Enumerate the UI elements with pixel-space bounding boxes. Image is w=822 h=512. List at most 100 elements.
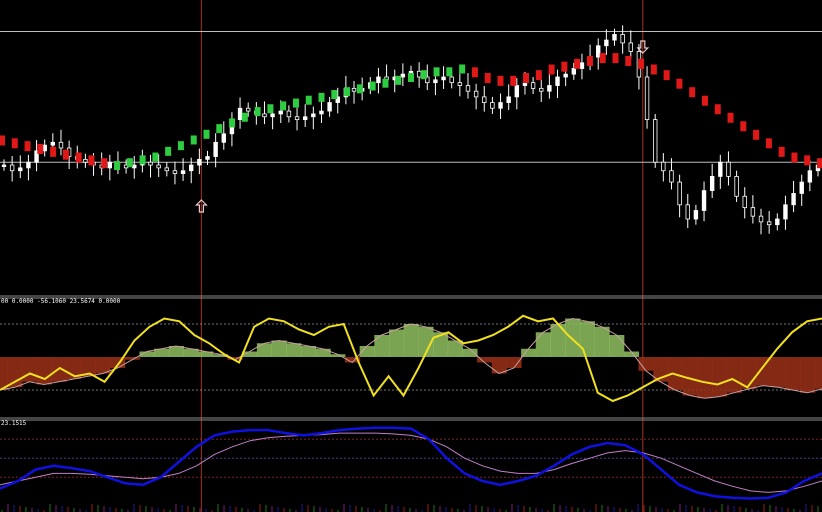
trend-bar-down <box>484 73 491 83</box>
trend-bar-down <box>497 75 504 86</box>
candle-body <box>604 39 609 47</box>
trend-bar-up <box>382 78 389 88</box>
candle-body <box>42 144 47 152</box>
histogram-bar-up <box>462 348 478 357</box>
trend-bar-up <box>165 146 172 156</box>
trend-bar-up <box>139 155 146 165</box>
candle-body <box>742 195 747 209</box>
candle-body <box>612 34 617 41</box>
candle-body <box>628 42 633 52</box>
trend-bar-down <box>510 75 517 86</box>
candle-body <box>9 164 15 172</box>
histogram-bar-up <box>447 340 463 357</box>
trend-bar-down <box>62 149 69 160</box>
histogram-bar-down <box>799 357 816 393</box>
candle-body <box>221 133 226 143</box>
trend-bar-down <box>37 144 44 154</box>
histogram-bar-down <box>814 357 822 389</box>
trend-bar-up <box>152 152 159 162</box>
histogram-bar-up <box>256 343 273 357</box>
candle-body <box>522 82 528 86</box>
candle-body <box>449 76 454 84</box>
candle-body <box>701 190 707 211</box>
histogram-bar-up <box>594 326 610 357</box>
candle-body <box>441 76 446 81</box>
candle-body <box>1 164 7 167</box>
candle-body <box>644 76 650 120</box>
trend-bar-down <box>101 158 108 169</box>
candle-body <box>766 221 772 226</box>
trend-bar-up <box>114 161 121 171</box>
candle-body <box>50 141 56 146</box>
trend-bar-up <box>126 158 133 168</box>
candle-body <box>596 45 601 58</box>
histogram-bar-up <box>388 329 405 357</box>
histogram-bar-down <box>785 357 801 390</box>
candle-body <box>718 161 723 177</box>
candle-body <box>245 107 251 112</box>
trend-bar-up <box>216 124 223 134</box>
histogram-bar-up <box>565 318 581 357</box>
candle-body <box>416 70 422 78</box>
trend-bar-up <box>229 118 236 128</box>
histogram-bar-up <box>168 346 184 357</box>
histogram-bar-down <box>711 357 728 397</box>
candle-body <box>148 161 153 166</box>
candle-body <box>807 170 813 183</box>
histogram-bar-up <box>535 332 551 357</box>
trend-bar-up <box>267 104 274 114</box>
candle-body <box>726 161 731 177</box>
trend-bar-up <box>203 129 210 139</box>
histogram-bar-up <box>271 340 287 357</box>
trend-bar-down <box>548 64 555 75</box>
trend-bar-up <box>241 112 248 122</box>
histogram-bar-down <box>22 357 38 382</box>
trend-bar-down <box>523 73 530 83</box>
candle-body <box>579 62 585 69</box>
candle-body <box>237 107 243 120</box>
trend-bar-up <box>331 90 338 100</box>
candle-body <box>433 79 438 84</box>
trend-bar-down <box>50 146 57 157</box>
candle-body <box>653 119 658 163</box>
trend-bar-down <box>689 87 696 98</box>
histogram-bar-down <box>755 357 772 386</box>
candle-body <box>693 210 699 220</box>
trend-bar-up <box>292 98 299 108</box>
histogram-bar-down <box>697 357 713 399</box>
candle-body <box>189 164 194 172</box>
histogram-bar-up <box>609 335 625 357</box>
trend-bar-up <box>433 67 440 77</box>
trend-bar-up <box>408 73 414 82</box>
histogram-bar-up <box>403 324 419 357</box>
stochastic-panel-label: 23.1515 <box>1 420 27 427</box>
trend-bar-down <box>75 152 82 163</box>
candle-body <box>286 110 292 118</box>
trend-bar-down <box>676 78 683 89</box>
trend-bar-down <box>778 146 785 157</box>
candle-body <box>132 164 137 169</box>
candle-body <box>677 181 682 206</box>
trend-bar-down <box>701 95 708 106</box>
trend-bar-down <box>753 129 760 140</box>
candle-body <box>783 204 788 220</box>
histogram-bar-down <box>36 357 52 385</box>
trend-bar-down <box>625 55 632 66</box>
trend-bar-down <box>740 121 747 132</box>
candle-body <box>400 73 406 78</box>
candle-body <box>302 116 308 121</box>
candle-body <box>571 68 576 75</box>
trend-bar-down <box>88 155 95 166</box>
trend-bar-down <box>817 158 822 169</box>
candle-body <box>457 82 463 86</box>
trend-bar-down <box>638 58 645 69</box>
candle-body <box>311 113 316 118</box>
trend-bar-down <box>574 58 581 69</box>
candle-body <box>482 96 487 103</box>
trend-bar-down <box>663 70 670 81</box>
candle-body <box>669 170 674 183</box>
histogram-bar-down <box>726 357 742 393</box>
candle-body <box>685 204 690 220</box>
candle-body <box>473 90 479 98</box>
candle-body <box>514 85 520 98</box>
